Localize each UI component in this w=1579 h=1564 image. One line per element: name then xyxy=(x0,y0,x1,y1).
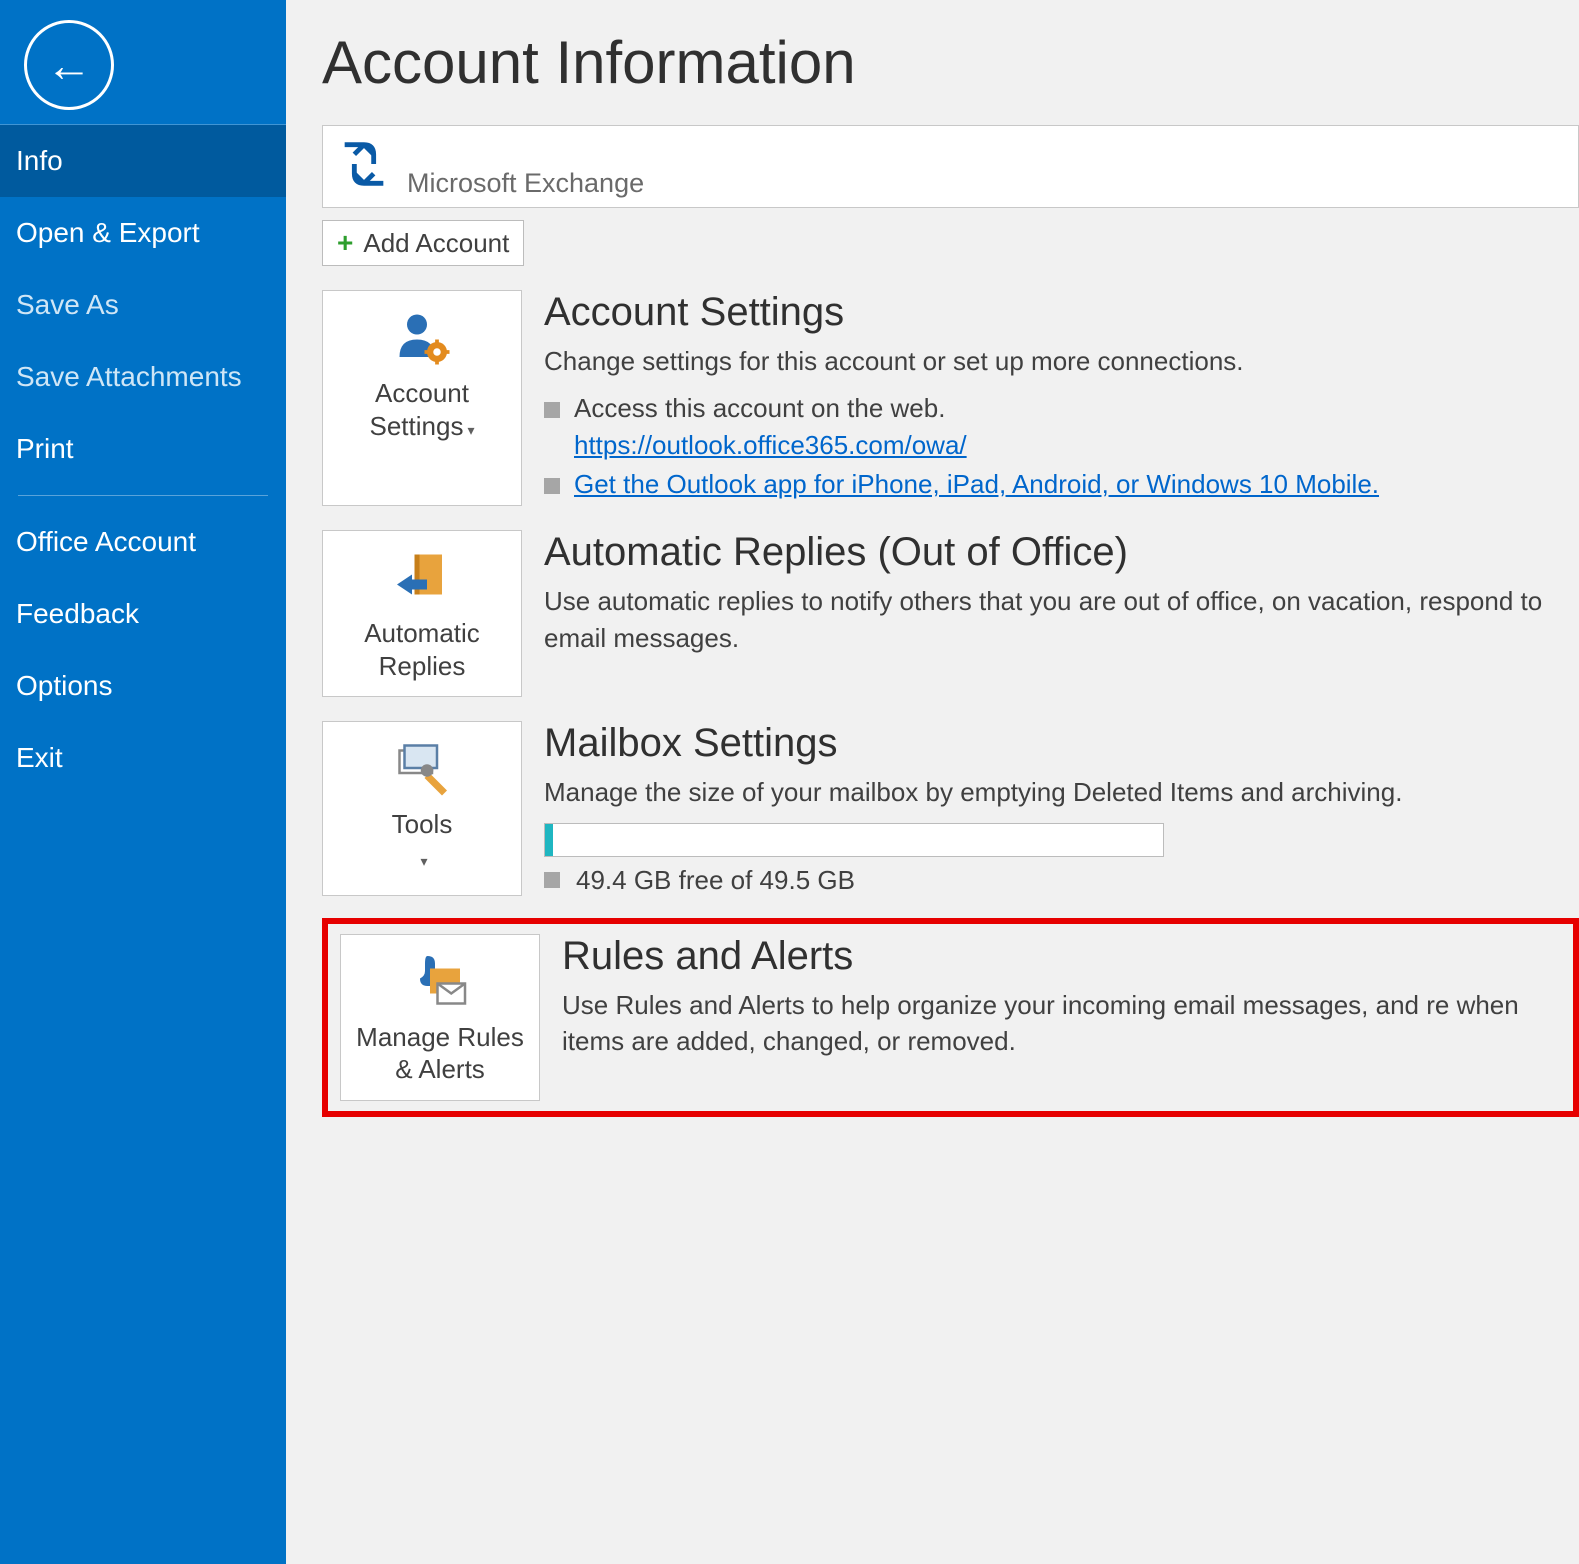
tools-tile[interactable]: Tools ▾ xyxy=(322,721,522,895)
tools-icon xyxy=(329,736,515,800)
sidebar-item-exit[interactable]: Exit xyxy=(0,722,286,794)
account-selector[interactable]: Microsoft Exchange xyxy=(322,125,1579,208)
page-title: Account Information xyxy=(322,28,1579,97)
sidebar-item-open-export[interactable]: Open & Export xyxy=(0,197,286,269)
sidebar-item-print[interactable]: Print xyxy=(0,413,286,485)
sidebar-label: Open & Export xyxy=(16,217,200,248)
section-desc: Manage the size of your mailbox by empty… xyxy=(544,774,1579,810)
automatic-replies-tile[interactable]: Automatic Replies xyxy=(322,530,522,697)
plus-icon: + xyxy=(337,227,353,259)
sidebar-label: Options xyxy=(16,670,113,701)
backstage-sidebar: ← Info Open & Export Save As Save Attach… xyxy=(0,0,286,1564)
owa-link[interactable]: https://outlook.office365.com/owa/ xyxy=(574,430,967,460)
sidebar-item-office-account[interactable]: Office Account xyxy=(0,506,286,578)
section-title-account-settings: Account Settings xyxy=(544,290,1579,335)
section-title-mailbox: Mailbox Settings xyxy=(544,721,1579,766)
bullet-icon xyxy=(544,402,560,418)
bullet-text: Access this account on the web. xyxy=(574,393,945,424)
sidebar-item-feedback[interactable]: Feedback xyxy=(0,578,286,650)
main-content: Account Information Microsoft Exchange +… xyxy=(286,0,1579,1564)
add-account-label: Add Account xyxy=(363,228,509,259)
auto-reply-icon xyxy=(329,545,515,609)
section-title-auto-replies: Automatic Replies (Out of Office) xyxy=(544,530,1579,575)
sidebar-item-options[interactable]: Options xyxy=(0,650,286,722)
account-settings-tile[interactable]: Account Settings▾ xyxy=(322,290,522,506)
sidebar-label: Save As xyxy=(16,289,119,320)
section-desc: Use automatic replies to notify others t… xyxy=(544,583,1579,656)
sidebar-label: Print xyxy=(16,433,74,464)
section-title-rules: Rules and Alerts xyxy=(562,934,1563,979)
bullet-icon xyxy=(544,478,560,494)
sidebar-item-save-as[interactable]: Save As xyxy=(0,269,286,341)
storage-text: 49.4 GB free of 49.5 GB xyxy=(576,865,855,896)
account-email xyxy=(407,134,644,168)
rules-alerts-highlight: Manage Rules & Alerts Rules and Alerts U… xyxy=(322,918,1579,1117)
sidebar-item-save-attachments[interactable]: Save Attachments xyxy=(0,341,286,413)
tile-label: Tools xyxy=(392,809,453,839)
exchange-icon xyxy=(335,135,393,198)
sidebar-label: Feedback xyxy=(16,598,139,629)
chevron-down-icon: ▾ xyxy=(467,422,474,438)
section-desc: Change settings for this account or set … xyxy=(544,343,1579,379)
tile-label: Automatic Replies xyxy=(329,617,515,682)
sidebar-label: Exit xyxy=(16,742,63,773)
sidebar-label: Save Attachments xyxy=(16,361,242,392)
back-button[interactable]: ← xyxy=(24,20,114,110)
divider xyxy=(18,495,268,496)
tile-label: Account Settings xyxy=(370,378,469,441)
mobile-app-link[interactable]: Get the Outlook app for iPhone, iPad, An… xyxy=(574,469,1379,499)
storage-bar xyxy=(544,823,1164,857)
sidebar-label: Info xyxy=(16,145,63,176)
section-desc: Use Rules and Alerts to help organize yo… xyxy=(562,987,1563,1060)
account-type: Microsoft Exchange xyxy=(407,168,644,199)
tile-label: Manage Rules & Alerts xyxy=(347,1021,533,1086)
manage-rules-tile[interactable]: Manage Rules & Alerts xyxy=(340,934,540,1101)
back-arrow-icon: ← xyxy=(46,42,92,88)
add-account-button[interactable]: + Add Account xyxy=(322,220,524,266)
chevron-down-icon: ▾ xyxy=(420,853,427,869)
person-gear-icon xyxy=(329,305,515,369)
bullet-icon xyxy=(544,872,560,888)
sidebar-item-info[interactable]: Info xyxy=(0,125,286,197)
sidebar-label: Office Account xyxy=(16,526,196,557)
storage-fill xyxy=(545,824,553,856)
rules-alerts-icon xyxy=(347,949,533,1013)
